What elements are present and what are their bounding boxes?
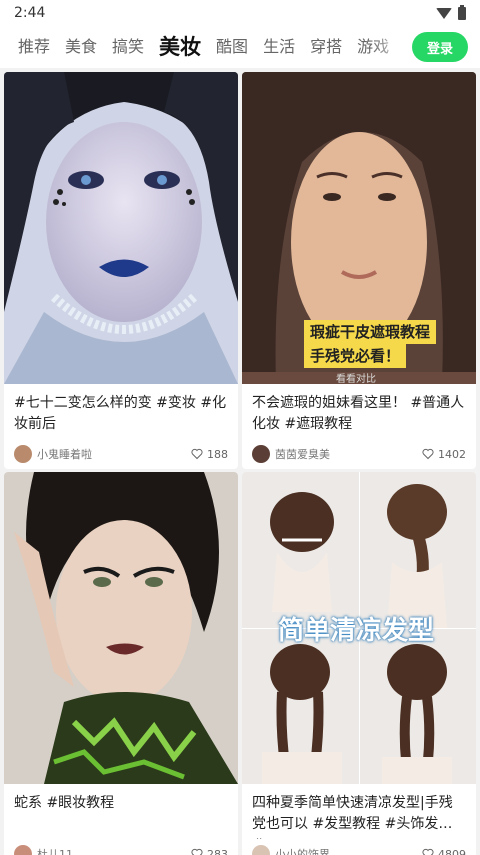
avatar — [14, 845, 32, 855]
tab-recommend[interactable]: 推荐 — [18, 36, 50, 58]
like-count: 283 — [207, 847, 228, 855]
tab-label: 推荐 — [18, 37, 51, 56]
like-count: 188 — [207, 447, 228, 461]
heart-icon — [422, 448, 434, 460]
tab-funny[interactable]: 搞笑 — [112, 36, 144, 58]
battery-icon — [458, 4, 466, 20]
tabs-fade — [370, 26, 410, 68]
feed-card[interactable]: 蛇系 #眼妆教程 杜儿11 283 — [4, 472, 238, 855]
like-button[interactable]: 283 — [191, 848, 228, 855]
author[interactable]: 茵茵爱臭美 — [252, 445, 330, 463]
card-meta: 小鬼睡着啦 188 — [4, 439, 238, 469]
tab-life[interactable]: 生活 — [263, 36, 295, 58]
category-tabs: 推荐 美食 搞笑 美妆 酷图 生活 穿搭 游戏 — [0, 26, 480, 68]
author[interactable]: 杜儿11 — [14, 845, 73, 855]
card-thumbnail[interactable]: 简单清凉发型 — [242, 472, 476, 784]
login-button[interactable]: 登录 — [412, 32, 468, 62]
tab-label: 酷图 — [216, 37, 249, 56]
like-count: 4809 — [438, 847, 466, 855]
card-thumbnail[interactable]: 瑕疵干皮遮瑕教程 手残党必看！ 看看对比 — [242, 72, 476, 384]
heart-icon — [191, 848, 203, 855]
wifi-icon — [436, 7, 452, 19]
author-name: 小小的饰界 — [275, 848, 330, 855]
author-name: 杜儿11 — [37, 848, 73, 855]
avatar — [252, 445, 270, 463]
overlay-subtitle: 看看对比 — [336, 374, 376, 384]
overlay-caption: 简单清凉发型 — [278, 616, 435, 646]
tab-label: 美食 — [65, 37, 98, 56]
overlay-caption-2: 手残党必看！ — [304, 344, 407, 368]
tab-makeup[interactable]: 美妆 — [159, 35, 202, 60]
status-time: 2:44 — [14, 5, 46, 21]
card-title: 四种夏季简单快速清凉发型|手残党也可以 #发型教程 #头饰发饰 #... — [252, 795, 453, 839]
makeup-face-image — [4, 72, 238, 384]
card-thumbnail[interactable] — [4, 72, 238, 384]
tab-food[interactable]: 美食 — [65, 36, 97, 58]
feed-card[interactable]: #七十二变怎么样的变 #变妆 #化妆前后 小鬼睡着啦 188 — [4, 72, 238, 469]
tab-label: 美妆 — [159, 35, 202, 59]
author[interactable]: 小小的饰界 — [252, 845, 330, 855]
tab-cool-pics[interactable]: 酷图 — [216, 36, 248, 58]
card-title: 不会遮瑕的姐妹看这里！ #普通人化妆 #遮瑕教程 — [252, 395, 465, 432]
like-button[interactable]: 188 — [191, 448, 228, 461]
like-button[interactable]: 4809 — [422, 848, 466, 855]
author-name: 茵茵爱臭美 — [275, 448, 330, 461]
card-meta: 小小的饰界 4809 — [242, 839, 476, 855]
card-meta: 杜儿11 283 — [4, 839, 238, 855]
avatar — [252, 845, 270, 855]
feed-card[interactable]: 瑕疵干皮遮瑕教程 手残党必看！ 看看对比 不会遮瑕的姐妹看这里！ #普通人化妆 … — [242, 72, 476, 469]
status-bar: 2:44 — [0, 0, 480, 26]
tab-label: 穿搭 — [310, 37, 343, 56]
tab-outfit[interactable]: 穿搭 — [310, 36, 342, 58]
feed-card[interactable]: 简单清凉发型 四种夏季简单快速清凉发型|手残党也可以 #发型教程 #头饰发饰 #… — [242, 472, 476, 855]
like-count: 1402 — [438, 447, 466, 461]
tab-label: 生活 — [263, 37, 296, 56]
status-icons — [436, 4, 466, 20]
card-title: 蛇系 #眼妆教程 — [14, 795, 115, 811]
card-thumbnail[interactable] — [4, 472, 238, 784]
author[interactable]: 小鬼睡着啦 — [14, 445, 92, 463]
author-name: 小鬼睡着啦 — [37, 448, 92, 461]
heart-icon — [191, 448, 203, 460]
overlay-caption: 瑕疵干皮遮瑕教程 — [304, 320, 437, 344]
like-button[interactable]: 1402 — [422, 448, 466, 461]
card-title: #七十二变怎么样的变 #变妆 #化妆前后 — [14, 395, 227, 432]
snake-makeup-image — [4, 472, 238, 784]
heart-icon — [422, 848, 434, 855]
avatar — [14, 445, 32, 463]
card-meta: 茵茵爱臭美 1402 — [242, 439, 476, 469]
tab-label: 搞笑 — [112, 37, 145, 56]
